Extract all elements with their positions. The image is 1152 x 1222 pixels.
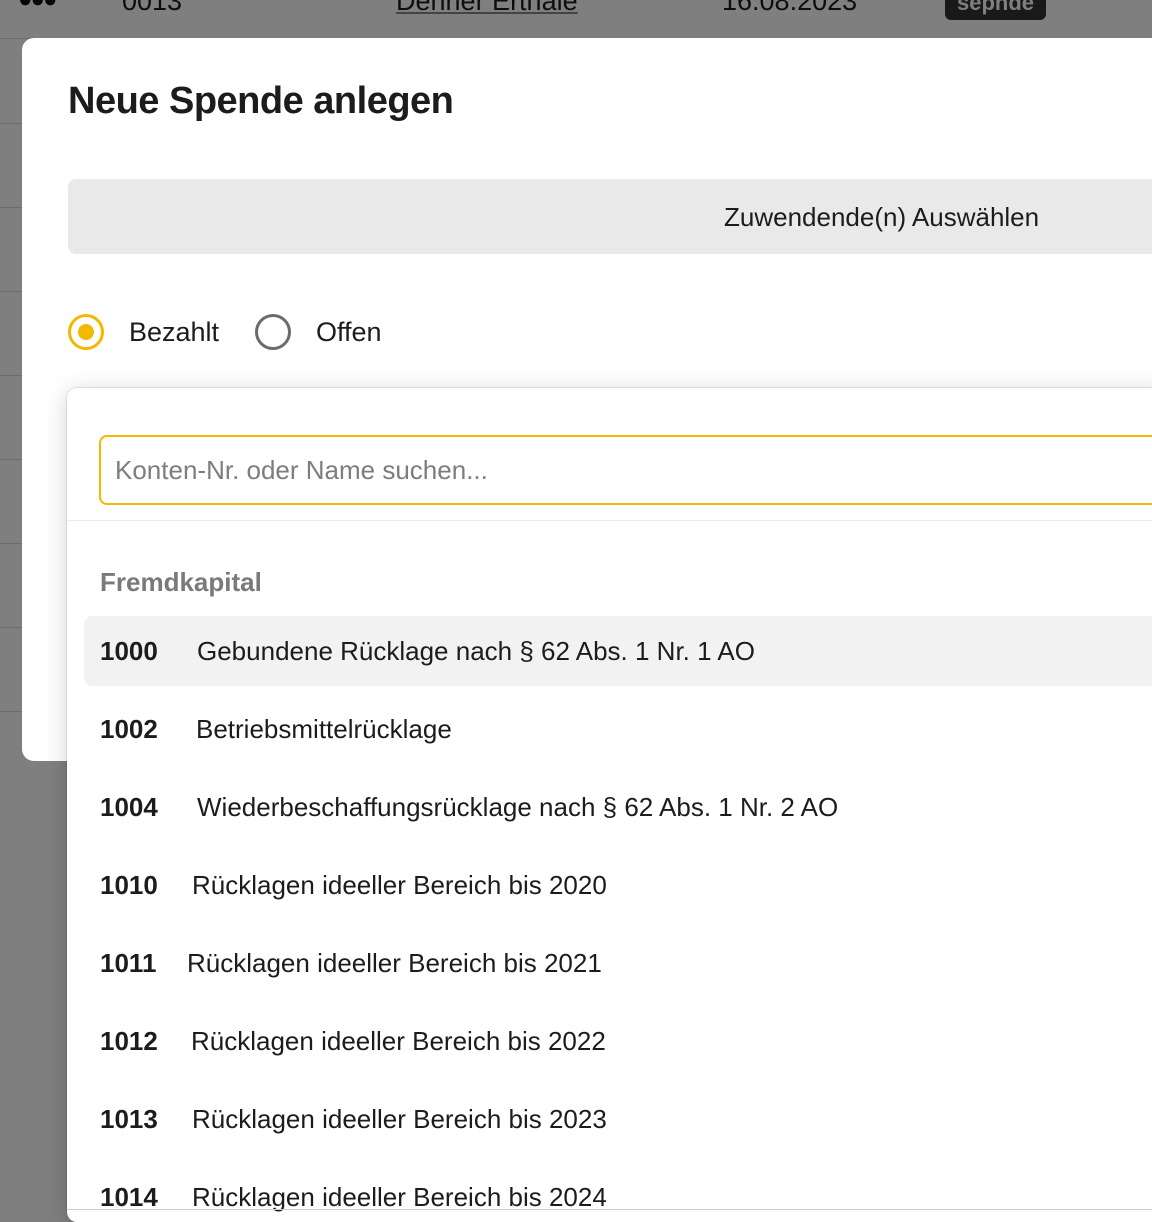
select-donor-button[interactable]: Zuwendende(n) Auswählen: [68, 179, 1152, 254]
account-name: Gebundene Rücklage nach § 62 Abs. 1 Nr. …: [197, 636, 755, 666]
modal-title: Neue Spende anlegen: [68, 80, 454, 122]
account-dropdown: Fremdkapital 1000 Gebundene Rücklage nac…: [67, 388, 1152, 1222]
account-item-1010[interactable]: 1010 Rücklagen ideeller Bereich bis 2020: [84, 850, 1152, 920]
account-number: 1012: [100, 1026, 158, 1056]
account-item-1011[interactable]: 1011 Rücklagen ideeller Bereich bis 2021: [84, 928, 1152, 998]
account-item-1013[interactable]: 1013 Rücklagen ideeller Bereich bis 2023: [84, 1084, 1152, 1154]
account-item-1002[interactable]: 1002 Betriebsmittelrücklage: [84, 694, 1152, 764]
account-item-1000[interactable]: 1000 Gebundene Rücklage nach § 62 Abs. 1…: [84, 616, 1152, 686]
select-donor-label: Zuwendende(n) Auswählen: [724, 202, 1040, 232]
radio-paid-label[interactable]: Bezahlt: [129, 317, 219, 348]
radio-paid[interactable]: [68, 314, 104, 350]
account-number: 1002: [100, 714, 158, 744]
account-name: Wiederbeschaffungsrücklage nach § 62 Abs…: [197, 792, 839, 822]
account-name: Rücklagen ideeller Bereich bis 2020: [192, 870, 607, 900]
account-name: Betriebsmittelrücklage: [196, 714, 452, 744]
account-number: 1013: [100, 1104, 158, 1134]
account-name: Rücklagen ideeller Bereich bis 2022: [191, 1026, 606, 1056]
account-number: 1010: [100, 870, 158, 900]
account-group-label: Fremdkapital: [100, 567, 262, 597]
account-number: 1004: [100, 792, 158, 822]
account-search-input[interactable]: [99, 435, 1152, 505]
account-name: Rücklagen ideeller Bereich bis 2021: [187, 948, 602, 978]
search-section: [67, 388, 1152, 521]
scroll-edge: [67, 1209, 1152, 1210]
radio-open-label[interactable]: Offen: [316, 317, 382, 348]
radio-open[interactable]: [255, 314, 291, 350]
account-name: Rücklagen ideeller Bereich bis 2023: [192, 1104, 607, 1134]
account-item-1012[interactable]: 1012 Rücklagen ideeller Bereich bis 2022: [84, 1006, 1152, 1076]
account-item-1004[interactable]: 1004 Wiederbeschaffungsrücklage nach § 6…: [84, 772, 1152, 842]
account-number: 1011: [100, 948, 157, 978]
account-item-1014[interactable]: 1014 Rücklagen ideeller Bereich bis 2024: [84, 1162, 1152, 1222]
account-number: 1000: [100, 636, 158, 666]
